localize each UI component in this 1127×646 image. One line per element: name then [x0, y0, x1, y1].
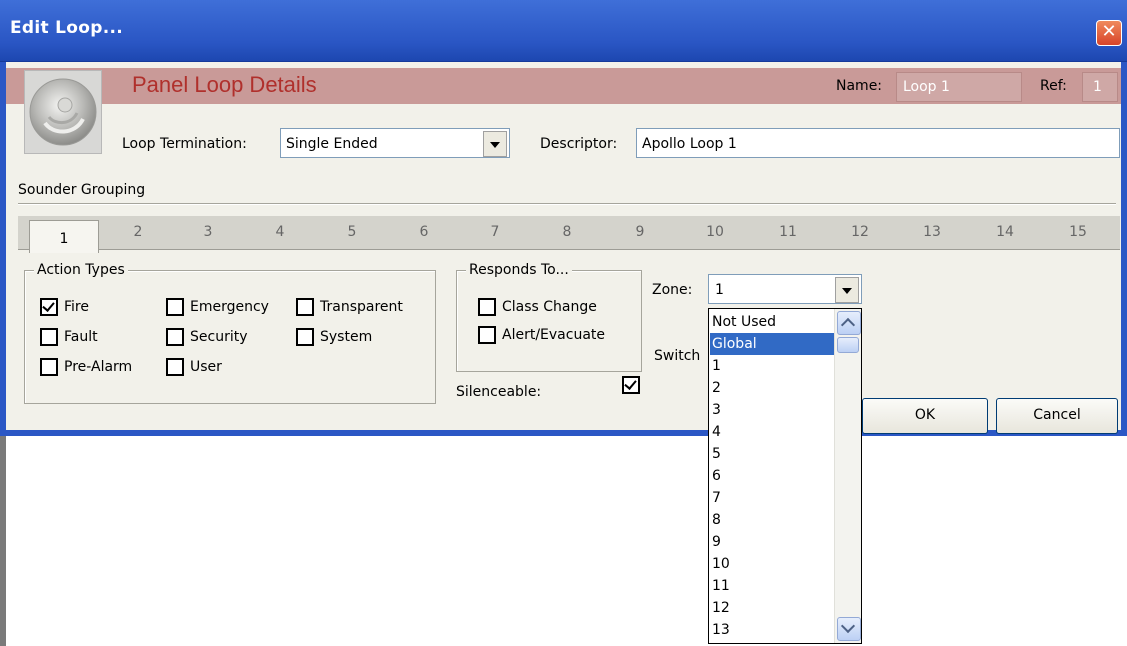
checkbox-fire-box[interactable] — [40, 298, 58, 316]
zone-select[interactable]: 1 — [708, 274, 862, 304]
tab-4[interactable]: 4 — [265, 224, 295, 240]
zone-option[interactable]: Not Used — [710, 311, 836, 333]
zone-option[interactable]: 5 — [710, 443, 836, 465]
action-types-title: Action Types — [34, 262, 128, 278]
zone-option-selected[interactable]: Global — [710, 333, 836, 355]
checkbox-fault[interactable]: Fault — [40, 328, 98, 346]
tab-12[interactable]: 12 — [845, 224, 875, 240]
switch-label: Switch — [654, 348, 701, 364]
silenceable-checkbox-box[interactable] — [622, 376, 640, 394]
checkbox-class-change[interactable]: Class Change — [478, 298, 597, 316]
checkbox-transparent[interactable]: Transparent — [296, 298, 403, 316]
zone-option[interactable]: 6 — [710, 465, 836, 487]
tab-2[interactable]: 2 — [123, 224, 153, 240]
ref-field[interactable]: 1 — [1082, 72, 1118, 102]
checkbox-transparent-box[interactable] — [296, 298, 314, 316]
panel-title: Panel Loop Details — [132, 72, 317, 97]
zone-option[interactable]: 3 — [710, 399, 836, 421]
checkbox-pre-alarm-label: Pre-Alarm — [64, 359, 133, 375]
dropdown-scrollbar[interactable] — [834, 309, 861, 643]
loop-termination-select[interactable]: Single Ended — [280, 128, 510, 158]
tab-strip: 2 3 4 5 6 7 8 9 10 11 12 13 14 15 — [18, 216, 1120, 250]
zone-option[interactable]: 9 — [710, 531, 836, 553]
checkbox-user[interactable]: User — [166, 358, 222, 376]
loop-logo — [24, 70, 102, 154]
zone-option[interactable]: 1 — [710, 355, 836, 377]
tab-11[interactable]: 11 — [773, 224, 803, 240]
checkbox-system-label: System — [320, 329, 373, 345]
tab-7[interactable]: 7 — [480, 224, 510, 240]
silenceable-checkbox[interactable] — [622, 376, 646, 394]
checkbox-security[interactable]: Security — [166, 328, 248, 346]
descriptor-field[interactable]: Apollo Loop 1 — [636, 128, 1120, 158]
responds-to-title: Responds To... — [466, 262, 572, 278]
checkbox-class-change-box[interactable] — [478, 298, 496, 316]
zone-option[interactable]: 13 — [710, 619, 836, 641]
zone-value: 1 — [715, 282, 724, 298]
zone-option[interactable]: 7 — [710, 487, 836, 509]
chevron-down-icon[interactable] — [483, 131, 507, 157]
checkbox-pre-alarm-box[interactable] — [40, 358, 58, 376]
tab-9[interactable]: 9 — [625, 224, 655, 240]
responds-to-group — [456, 270, 642, 372]
close-button[interactable]: ✕ — [1096, 20, 1122, 46]
checkbox-fault-label: Fault — [64, 329, 98, 345]
checkbox-user-label: User — [190, 359, 222, 375]
checkbox-alert-evacuate-label: Alert/Evacuate — [502, 327, 606, 343]
tab-13[interactable]: 13 — [917, 224, 947, 240]
zone-option[interactable]: 2 — [710, 377, 836, 399]
checkbox-alert-evacuate-box[interactable] — [478, 326, 496, 344]
background-window-edge — [0, 436, 6, 646]
tab-8[interactable]: 8 — [552, 224, 582, 240]
checkbox-system-box[interactable] — [296, 328, 314, 346]
checkbox-emergency-label: Emergency — [190, 299, 269, 315]
zone-option[interactable]: 4 — [710, 421, 836, 443]
sounder-grouping-label: Sounder Grouping — [18, 182, 146, 198]
tab-3[interactable]: 3 — [193, 224, 223, 240]
zone-option[interactable]: 10 — [710, 553, 836, 575]
checkbox-emergency[interactable]: Emergency — [166, 298, 269, 316]
zone-option[interactable]: 11 — [710, 575, 836, 597]
checkbox-fault-box[interactable] — [40, 328, 58, 346]
checkbox-transparent-label: Transparent — [320, 299, 403, 315]
tab-15[interactable]: 15 — [1063, 224, 1093, 240]
zone-option[interactable]: 12 — [710, 597, 836, 619]
checkbox-system[interactable]: System — [296, 328, 372, 346]
tab-14[interactable]: 14 — [990, 224, 1020, 240]
cancel-button[interactable]: Cancel — [996, 398, 1118, 434]
checkbox-security-label: Security — [190, 329, 248, 345]
scroll-thumb[interactable] — [837, 337, 859, 353]
checkbox-user-box[interactable] — [166, 358, 184, 376]
window-title: Edit Loop... — [10, 18, 123, 38]
checkbox-emergency-box[interactable] — [166, 298, 184, 316]
tab-6[interactable]: 6 — [409, 224, 439, 240]
checkbox-fire-label: Fire — [64, 299, 89, 315]
name-field[interactable]: Loop 1 — [896, 72, 1022, 102]
descriptor-label: Descriptor: — [540, 136, 618, 152]
checkbox-alert-evacuate[interactable]: Alert/Evacuate — [478, 326, 605, 344]
scroll-up-button[interactable] — [837, 311, 861, 335]
checkbox-security-box[interactable] — [166, 328, 184, 346]
zone-label: Zone: — [652, 282, 693, 298]
zone-option[interactable]: 8 — [710, 509, 836, 531]
chevron-up-icon — [840, 317, 856, 333]
chevron-down-icon[interactable] — [835, 277, 859, 303]
checkbox-class-change-label: Class Change — [502, 299, 597, 315]
loop-termination-value: Single Ended — [286, 136, 378, 152]
title-bar — [0, 0, 1127, 62]
tab-10[interactable]: 10 — [700, 224, 730, 240]
name-label: Name: — [836, 78, 883, 94]
ref-label: Ref: — [1040, 78, 1067, 94]
scroll-down-button[interactable] — [837, 617, 861, 641]
silenceable-label: Silenceable: — [456, 384, 542, 400]
chevron-down-icon — [840, 618, 856, 634]
checkbox-pre-alarm[interactable]: Pre-Alarm — [40, 358, 132, 376]
tab-1[interactable]: 1 — [29, 220, 99, 253]
sounder-grouping-divider — [18, 203, 1116, 205]
ok-button[interactable]: OK — [862, 398, 988, 434]
tab-5[interactable]: 5 — [337, 224, 367, 240]
loop-logo-icon — [29, 78, 97, 146]
loop-termination-label: Loop Termination: — [122, 136, 247, 152]
checkbox-fire[interactable]: Fire — [40, 298, 89, 316]
